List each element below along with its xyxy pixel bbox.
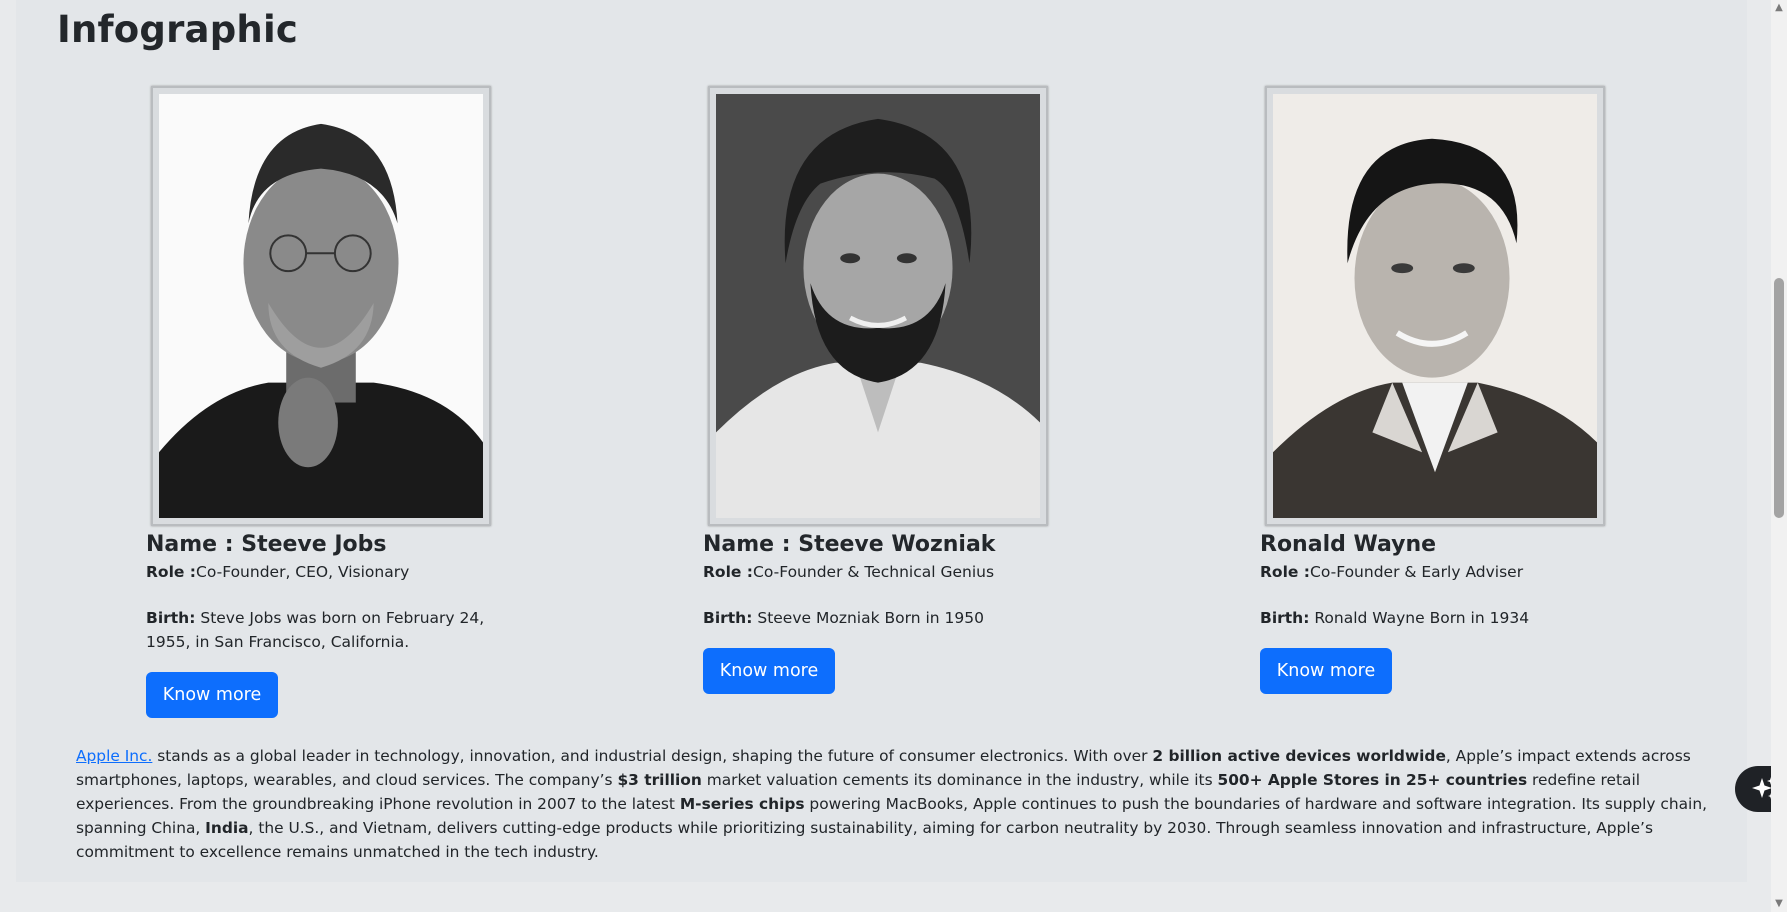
description-text: , the U.S., and Vietnam, delivers cuttin… [76,819,1653,861]
birth-label: Birth: [146,609,196,627]
role-value: Co-Founder, CEO, Visionary [196,563,410,581]
description-highlight: M-series chips [679,795,805,813]
founder-birth: Birth: Steeve Mozniak Born in 1950 [703,606,1073,630]
founder-photo-wozniak [716,94,1040,518]
description-text: stands as a global leader in technology,… [152,747,1153,765]
birth-value: Steeve Mozniak Born in 1950 [752,609,984,627]
vertical-scrollbar[interactable]: ▲ ▼ [1771,0,1787,912]
founder-name: Name : Steeve Jobs [146,532,387,557]
description-text: market valuation cements its dominance i… [701,771,1218,789]
founder-birth: Birth: Ronald Wayne Born in 1934 [1260,606,1630,630]
birth-value: Ronald Wayne Born in 1934 [1309,609,1530,627]
know-more-button[interactable]: Know more [703,648,835,694]
founder-role: Role :Co-Founder & Technical Genius [703,563,994,581]
founder-role: Role :Co-Founder & Early Adviser [1260,563,1523,581]
founder-photo-frame [151,86,491,526]
scrollbar-thumb[interactable] [1774,278,1784,518]
role-label: Role : [1260,563,1311,581]
description-highlight: 2 billion active devices worldwide [1152,747,1446,765]
founder-name: Ronald Wayne [1260,532,1437,557]
role-label: Role : [146,563,197,581]
description-highlight: $3 trillion [617,771,702,789]
birth-value: Steve Jobs was born on February 24, 1955… [146,609,485,651]
role-label: Role : [703,563,754,581]
founder-photo-frame [1265,86,1605,526]
founder-birth: Birth: Steve Jobs was born on February 2… [146,606,516,654]
founder-role: Role :Co-Founder, CEO, Visionary [146,563,409,581]
apple-description: Apple Inc. stands as a global leader in … [76,744,1726,864]
description-highlight: India [205,819,249,837]
apple-inc-link[interactable]: Apple Inc. [76,747,152,765]
description-highlight: 500+ Apple Stores in 25+ countries [1217,771,1528,789]
scroll-down-arrow-icon[interactable]: ▼ [1771,896,1787,912]
founder-photo-wayne [1273,94,1597,518]
know-more-button[interactable]: Know more [146,672,278,718]
birth-label: Birth: [1260,609,1310,627]
scroll-up-arrow-icon[interactable]: ▲ [1771,0,1787,16]
know-more-button[interactable]: Know more [1260,648,1392,694]
founder-photo-jobs [159,94,483,518]
infographic-panel: Infographic Name : Steeve Jobs Role:Co-… [16,0,1747,882]
founder-name: Name : Steeve Wozniak [703,532,996,557]
section-title: Infographic [57,8,298,51]
role-value: Co-Founder & Early Adviser [1310,563,1524,581]
role-value: Co-Founder & Technical Genius [753,563,995,581]
birth-label: Birth: [703,609,753,627]
founder-photo-frame [708,86,1048,526]
